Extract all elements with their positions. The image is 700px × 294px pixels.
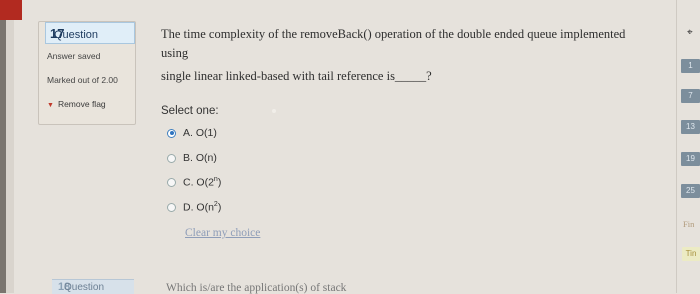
finish-attempt-link[interactable]: Fin bbox=[683, 219, 694, 229]
question-text-line-2: using bbox=[161, 46, 189, 60]
flag-icon: ▼ bbox=[47, 102, 54, 109]
question-text-line-3: single linear linked-based with tail ref… bbox=[161, 69, 432, 83]
option-a[interactable]: A. O(1) bbox=[167, 127, 217, 139]
radio-b[interactable] bbox=[167, 153, 176, 163]
time-left-box: Tin bbox=[682, 247, 700, 261]
question-text: The time complexity of the removeBack() … bbox=[161, 25, 651, 86]
next-question-box: Question 18 bbox=[52, 279, 134, 294]
option-b-label: B. O(n) bbox=[183, 152, 217, 164]
radio-a[interactable] bbox=[167, 128, 176, 138]
right-panel-divider bbox=[676, 0, 677, 293]
radio-d[interactable] bbox=[167, 202, 176, 212]
option-c-label: C. O(2n) bbox=[183, 176, 221, 189]
option-b[interactable]: B. O(n) bbox=[167, 152, 217, 164]
next-question-prefix: Question bbox=[64, 282, 105, 293]
option-c[interactable]: C. O(2n) bbox=[167, 176, 221, 189]
option-d-tail: ) bbox=[217, 201, 222, 214]
option-c-tail: ) bbox=[217, 176, 222, 189]
left-border bbox=[0, 20, 6, 293]
option-c-text: C. O(2 bbox=[183, 176, 214, 189]
remove-flag-label: Remove flag bbox=[57, 99, 106, 109]
nav-question-13[interactable]: 13 bbox=[681, 120, 700, 134]
pin-icon[interactable]: ⌖ bbox=[687, 27, 693, 38]
remove-flag-link[interactable]: ▼ Remove flag bbox=[47, 99, 106, 109]
answer-status: Answer saved bbox=[47, 51, 101, 61]
cursor-glare bbox=[272, 109, 276, 113]
question-number-box: Question 17 bbox=[45, 22, 135, 44]
nav-question-1[interactable]: 1 bbox=[681, 59, 700, 73]
option-a-label: A. O(1) bbox=[183, 127, 217, 139]
clear-choice-link[interactable]: Clear my choice bbox=[185, 227, 260, 239]
marks-info: Marked out of 2.00 bbox=[47, 75, 118, 85]
option-d-label: D. O(n2) bbox=[183, 201, 221, 214]
select-one-label: Select one: bbox=[161, 105, 219, 117]
nav-question-19[interactable]: 19 bbox=[681, 152, 700, 166]
browser-tab-edge bbox=[0, 0, 22, 20]
next-question-text: Which is/are the application(s) of stack bbox=[166, 282, 347, 294]
nav-question-7[interactable]: 7 bbox=[681, 89, 700, 103]
radio-c[interactable] bbox=[167, 177, 176, 187]
option-d-text: D. O(n bbox=[183, 201, 214, 214]
nav-question-25[interactable]: 25 bbox=[681, 184, 700, 198]
window-left-edge bbox=[0, 0, 22, 293]
option-d[interactable]: D. O(n2) bbox=[167, 201, 221, 214]
question-text-line-1: The time complexity of the removeBack() … bbox=[161, 27, 626, 41]
question-prefix: Question bbox=[54, 29, 99, 41]
